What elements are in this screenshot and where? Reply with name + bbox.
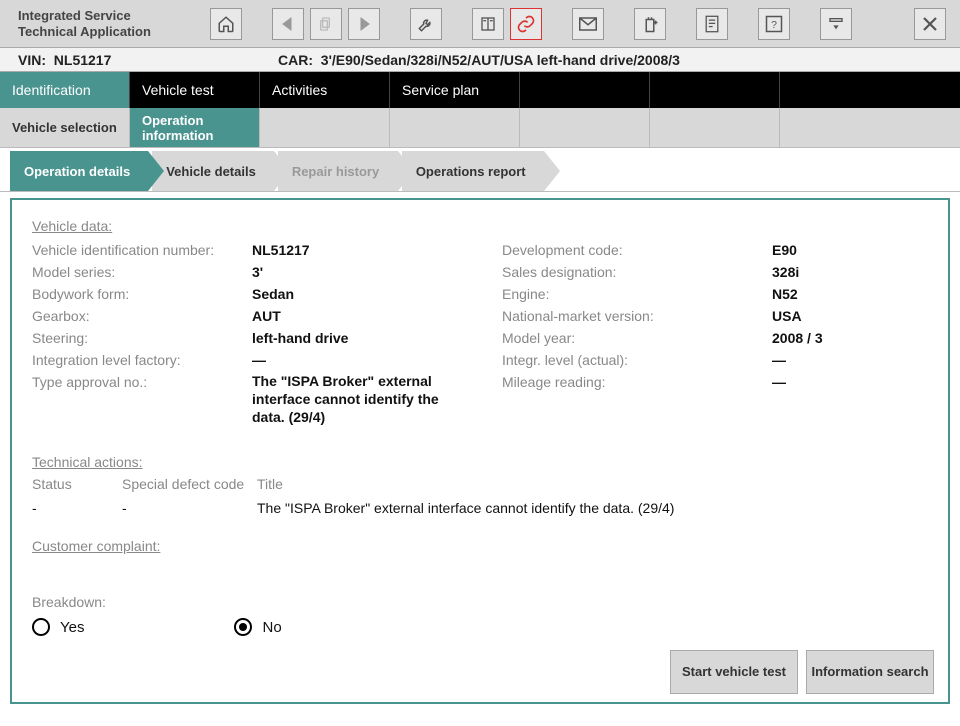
value-mileage: — <box>772 372 892 392</box>
content-panel: Vehicle data: Vehicle identification num… <box>10 198 950 704</box>
wrench-icon[interactable] <box>410 8 442 40</box>
label-sales-desig: Sales designation: <box>502 262 772 282</box>
technical-actions-title: Technical actions: <box>32 454 928 470</box>
vehicle-data-title: Vehicle data: <box>32 218 928 234</box>
car-label: CAR: <box>278 52 313 68</box>
label-steering: Steering: <box>32 328 252 348</box>
tech-header-code: Special defect code <box>122 476 257 492</box>
home-icon[interactable] <box>210 8 242 40</box>
tech-title: The "ISPA Broker" external interface can… <box>257 500 674 516</box>
forward-icon[interactable] <box>348 8 380 40</box>
subtab-empty-3 <box>520 108 650 147</box>
tab-empty-2 <box>650 72 780 108</box>
subtab-operation-information[interactable]: Operation information <box>130 108 260 147</box>
label-mileage: Mileage reading: <box>502 372 772 392</box>
tech-header-title: Title <box>257 476 283 492</box>
copy-icon[interactable] <box>310 8 342 40</box>
label-engine: Engine: <box>502 284 772 304</box>
main-tabs: Identification Vehicle test Activities S… <box>0 72 960 108</box>
vin-label: VIN: <box>18 52 46 68</box>
label-model-series: Model series: <box>32 262 252 282</box>
app-title: Integrated Service Technical Application <box>0 8 210 39</box>
tab-empty-3 <box>780 72 960 108</box>
value-vin: NL51217 <box>252 240 472 260</box>
value-integ-actual: — <box>772 350 892 370</box>
tab-empty-1 <box>520 72 650 108</box>
tech-header-status: Status <box>32 476 122 492</box>
radio-icon <box>32 618 50 636</box>
svg-text:?: ? <box>771 18 777 30</box>
breakdown-yes-label: Yes <box>60 619 84 636</box>
dropdown-icon[interactable] <box>820 8 852 40</box>
breakdown-yes-radio[interactable]: Yes <box>32 618 84 636</box>
tech-code: - <box>122 500 257 516</box>
sub-tabs: Vehicle selection Operation information <box>0 108 960 148</box>
mail-icon[interactable] <box>572 8 604 40</box>
subtab-empty-5 <box>780 108 960 147</box>
subtab-empty-2 <box>390 108 520 147</box>
breakdown-no-label: No <box>262 619 281 636</box>
label-model-year: Model year: <box>502 328 772 348</box>
label-integ-actual: Integr. level (actual): <box>502 350 772 370</box>
crumb-operations-report[interactable]: Operations report <box>402 151 544 191</box>
tab-activities[interactable]: Activities <box>260 72 390 108</box>
vin-value: NL51217 <box>54 52 112 68</box>
breakdown-no-radio[interactable]: No <box>234 618 281 636</box>
vin-bar: VIN: NL51217 CAR: 3'/E90/Sedan/328i/N52/… <box>0 48 960 72</box>
battery-icon[interactable] <box>634 8 666 40</box>
car-value: 3'/E90/Sedan/328i/N52/AUT/USA left-hand … <box>321 52 680 68</box>
value-bodywork: Sedan <box>252 284 472 304</box>
crumb-operation-details[interactable]: Operation details <box>10 151 148 191</box>
label-integ-factory: Integration level factory: <box>32 350 252 370</box>
subtab-empty-4 <box>650 108 780 147</box>
subtab-empty-1 <box>260 108 390 147</box>
label-vin: Vehicle identification number: <box>32 240 252 260</box>
close-icon[interactable] <box>914 8 946 40</box>
value-integ-factory: — <box>252 350 472 370</box>
value-model-year: 2008 / 3 <box>772 328 892 348</box>
label-gearbox: Gearbox: <box>32 306 252 326</box>
value-model-series: 3' <box>252 262 472 282</box>
label-dev-code: Development code: <box>502 240 772 260</box>
tab-vehicle-test[interactable]: Vehicle test <box>130 72 260 108</box>
value-national-market: USA <box>772 306 892 326</box>
toolbar: ? <box>210 8 960 40</box>
subtab-vehicle-selection[interactable]: Vehicle selection <box>0 108 130 147</box>
panel-icon[interactable] <box>472 8 504 40</box>
information-search-button[interactable]: Information search <box>806 650 934 694</box>
crumb-repair-history[interactable]: Repair history <box>278 151 398 191</box>
radio-icon <box>234 618 252 636</box>
label-type-approval: Type approval no.: <box>32 372 252 392</box>
value-gearbox: AUT <box>252 306 472 326</box>
doc-icon[interactable] <box>696 8 728 40</box>
value-steering: left-hand drive <box>252 328 472 348</box>
crumb-vehicle-details[interactable]: Vehicle details <box>152 151 274 191</box>
label-national-market: National-market version: <box>502 306 772 326</box>
link-icon[interactable] <box>510 8 542 40</box>
value-engine: N52 <box>772 284 892 304</box>
value-type-approval: The "ISPA Broker" external interface can… <box>252 372 472 432</box>
value-dev-code: E90 <box>772 240 892 260</box>
back-icon[interactable] <box>272 8 304 40</box>
customer-complaint-title: Customer complaint: <box>32 538 928 554</box>
breakdown-title: Breakdown: <box>32 594 928 610</box>
help-icon[interactable]: ? <box>758 8 790 40</box>
breadcrumb-tabs: Operation details Vehicle details Repair… <box>0 148 960 192</box>
label-bodywork: Bodywork form: <box>32 284 252 304</box>
tab-identification[interactable]: Identification <box>0 72 130 108</box>
tab-service-plan[interactable]: Service plan <box>390 72 520 108</box>
start-vehicle-test-button[interactable]: Start vehicle test <box>670 650 798 694</box>
value-sales-desig: 328i <box>772 262 892 282</box>
tech-status: - <box>32 500 122 516</box>
